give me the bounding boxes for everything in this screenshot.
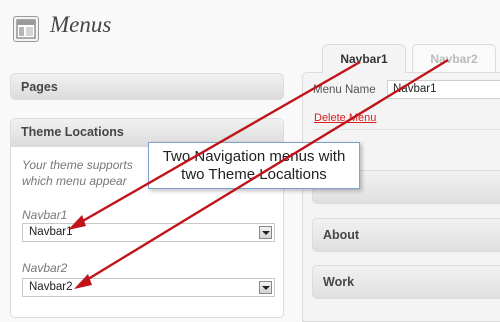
- delete-menu-link[interactable]: Delete Menu: [314, 112, 376, 124]
- theme-locations-description-line1: Your theme supports: [22, 158, 133, 172]
- tab-navbar2[interactable]: Navbar2: [412, 44, 496, 72]
- location-select-navbar1[interactable]: Navbar1: [22, 223, 275, 242]
- location-select-value: Navbar2: [29, 281, 73, 293]
- menu-name-label: Menu Name: [313, 84, 376, 96]
- menu-item-work[interactable]: Work: [312, 265, 500, 299]
- menus-screen-icon: [13, 16, 39, 42]
- dropdown-arrow-icon[interactable]: [259, 281, 272, 294]
- annotation-callout: Two Navigation menus with two Theme Loca…: [148, 142, 360, 189]
- page-title: Menus: [50, 12, 112, 37]
- menu-name-input[interactable]: Navbar1: [387, 80, 500, 99]
- location-select-navbar2[interactable]: Navbar2: [22, 278, 275, 297]
- tab-navbar1[interactable]: Navbar1: [322, 44, 406, 73]
- location-label-navbar2: Navbar2: [22, 261, 68, 275]
- menu-item-about[interactable]: About: [312, 218, 500, 252]
- theme-locations-description-line2: which menu appear: [22, 174, 127, 188]
- annotation-line2: two Theme Localtions: [181, 166, 327, 183]
- dropdown-arrow-icon[interactable]: [259, 226, 272, 239]
- pages-panel-header[interactable]: Pages: [10, 73, 284, 100]
- annotation-line1: Two Navigation menus with: [162, 148, 346, 165]
- location-select-value: Navbar1: [29, 226, 73, 238]
- location-label-navbar1: Navbar1: [22, 208, 68, 222]
- divider: [312, 129, 500, 130]
